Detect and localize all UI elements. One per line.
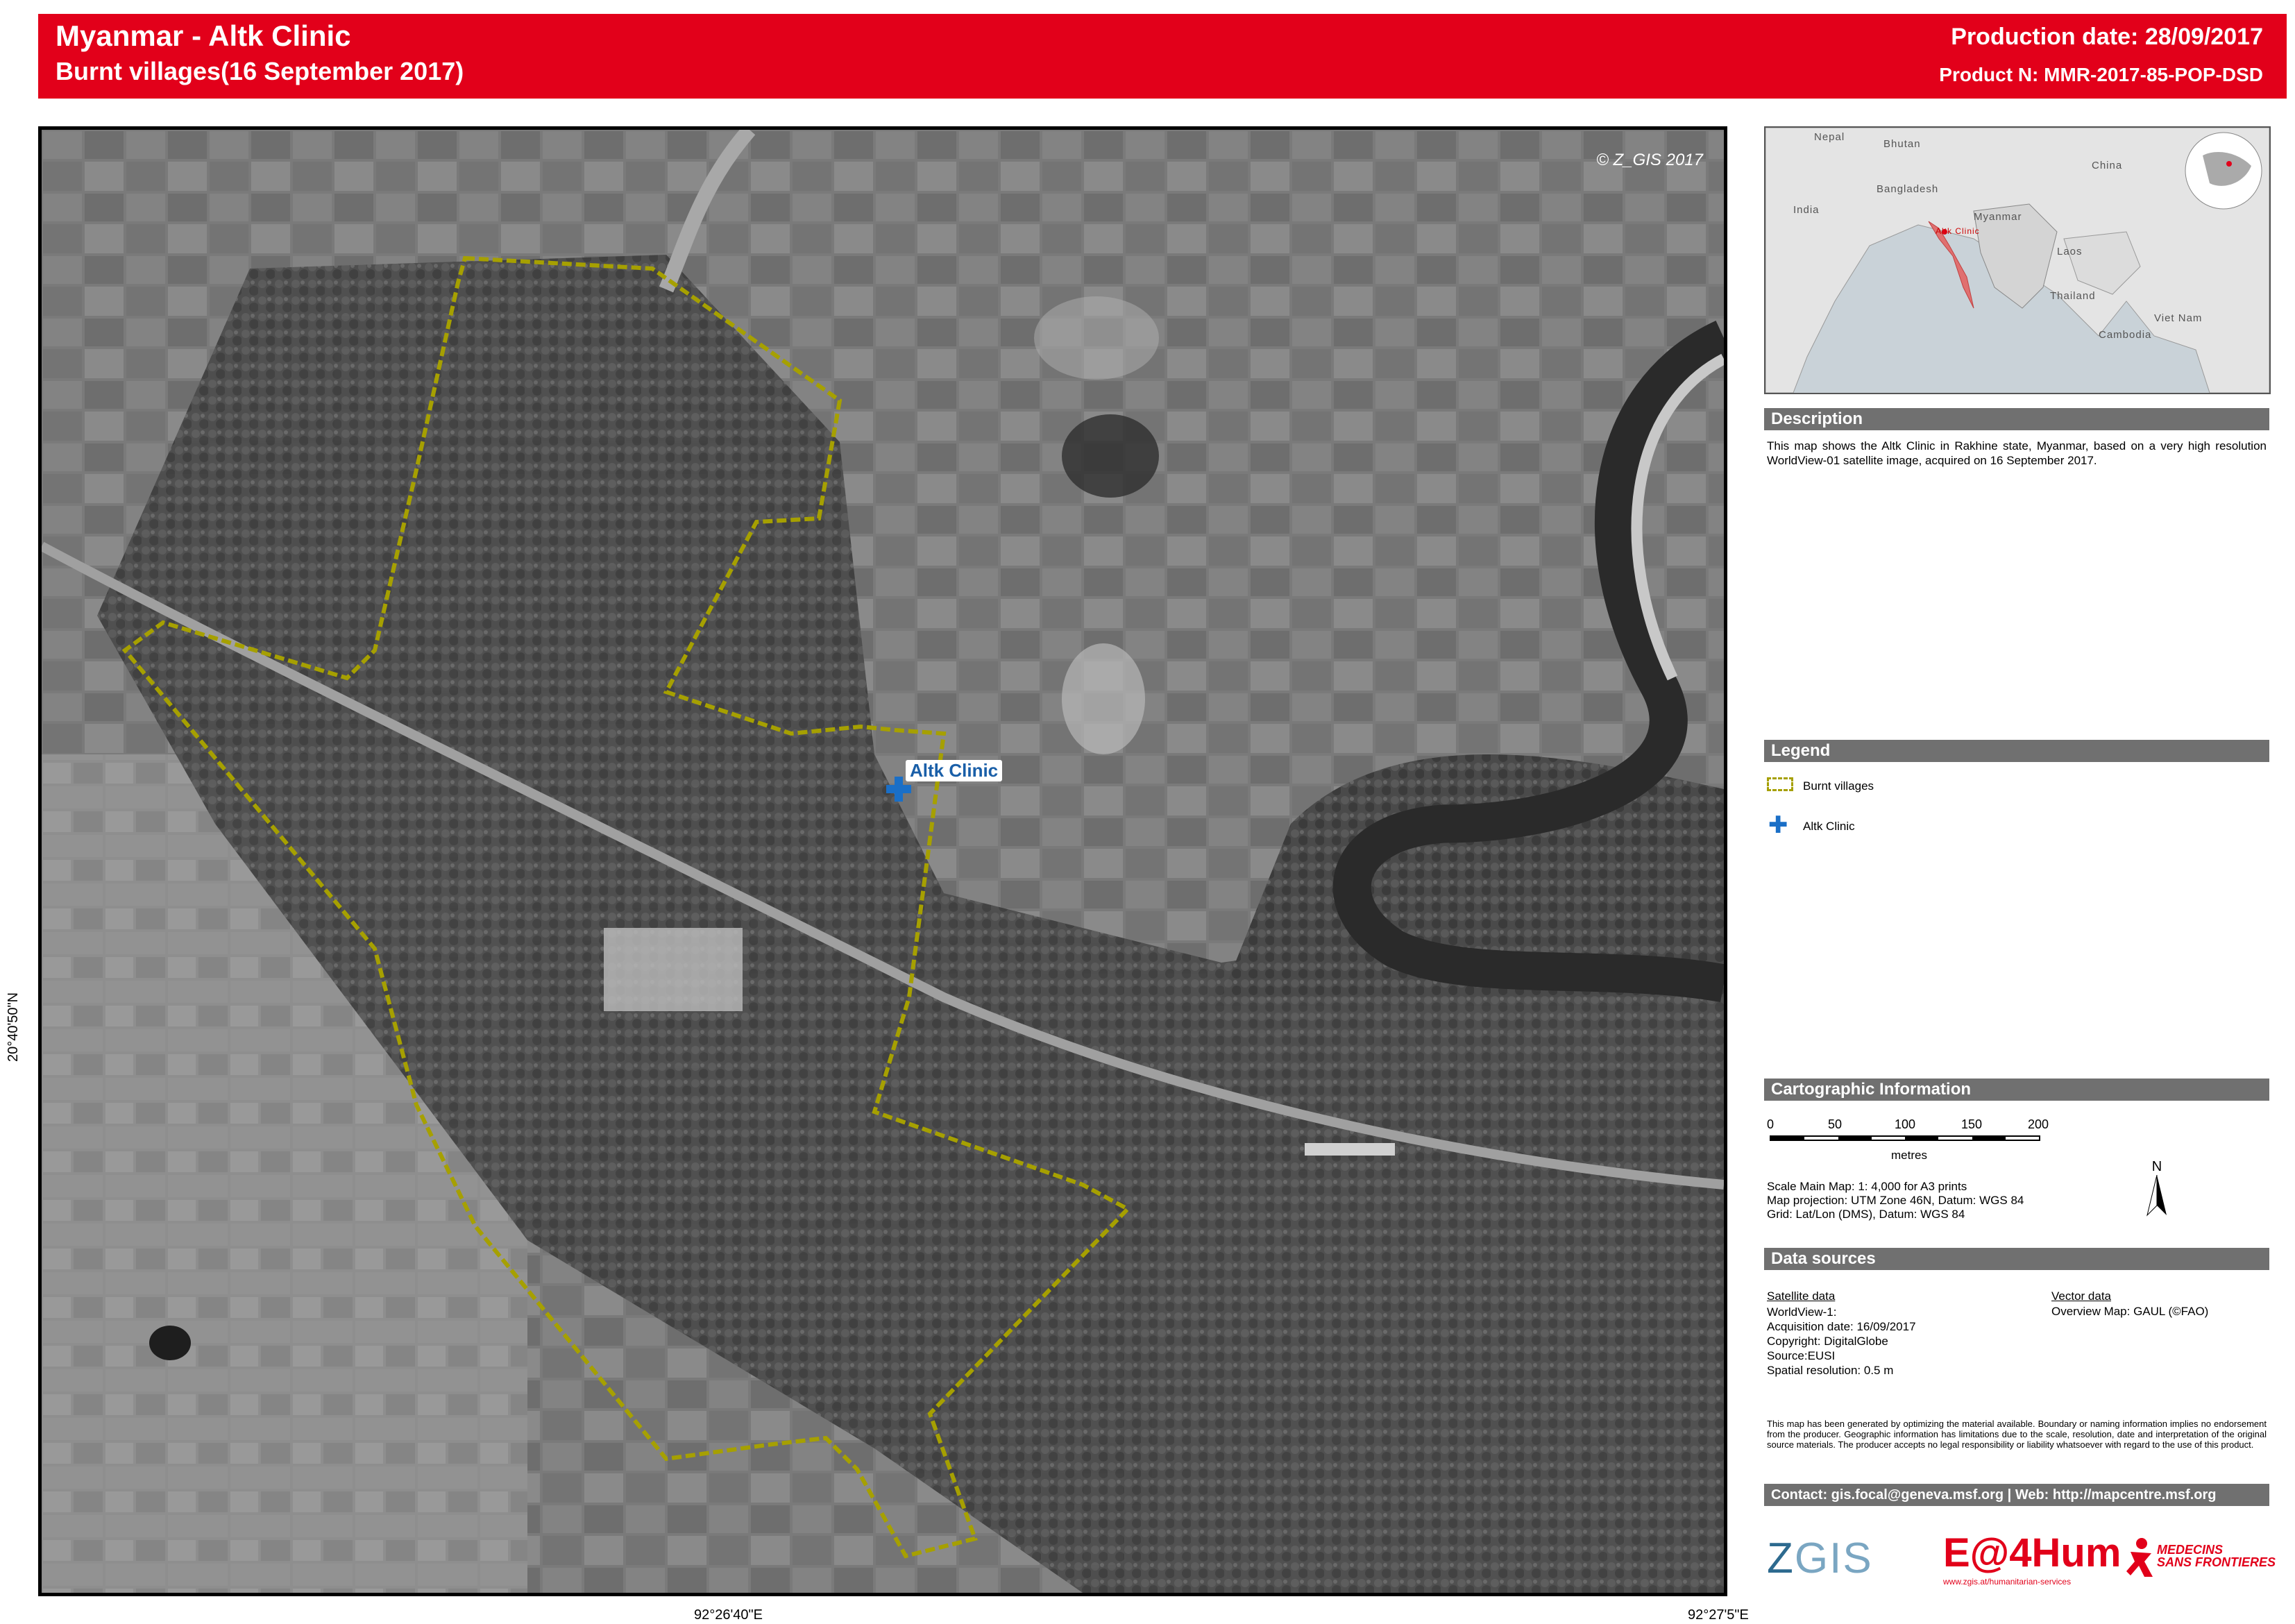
overview-label-thailand: Thailand [2050,290,2096,302]
medical-cross-icon: ✚ [1768,812,1788,838]
overview-map-drawing [1765,128,2269,393]
msf-logo-text: MEDECINS SANS FRONTIERES [2157,1543,2276,1568]
vector-data-line: Overview Map: GAUL (©FAO) [2051,1305,2209,1318]
msf-line-1: MEDECINS [2157,1543,2224,1557]
map-title: Myanmar - Altk Clinic [56,19,351,52]
legend-heading: Legend [1764,740,2269,762]
north-label: N [2151,1159,2162,1174]
overview-label-laos: Laos [2057,246,2083,257]
description-text: This map shows the Altk Clinic in Rakhin… [1767,439,2267,467]
eo4hum-url: www.zgis.at/humanitarian-services [1943,1577,2072,1587]
north-arrow-icon: N [2143,1159,2171,1220]
satellite-line: Copyright: DigitalGlobe [1767,1335,1888,1348]
satellite-data-heading: Satellite data [1767,1289,1836,1303]
main-satellite-map[interactable]: © Z_GIS 2017 Altk Clinic [38,126,1727,1596]
scale-units: metres [1891,1149,1927,1162]
zgis-logo: ZGIS [1767,1534,1873,1583]
satellite-line: WorldView-1: [1767,1305,1837,1319]
zgis-logo-gis: GIS [1794,1534,1873,1582]
longitude-label-2: 92°27'5"E [1688,1607,1749,1623]
scale-tick: 50 [1828,1117,1843,1131]
overview-label-myanmar: Myanmar [1974,211,2022,223]
legend-label-clinic: Altk Clinic [1803,820,1855,833]
contact-bar[interactable]: Contact: gis.focal@geneva.msf.org | Web:… [1764,1484,2269,1506]
scale-tick: 100 [1895,1117,1916,1131]
scale-tick: 0 [1767,1117,1775,1131]
overview-label-china: China [2092,160,2123,171]
satellite-line: Spatial resolution: 0.5 m [1767,1364,1894,1377]
data-sources-heading: Data sources [1764,1248,2269,1270]
product-number: Product N: MMR-2017-85-POP-DSD [1939,64,2263,85]
satellite-line: Source:EUSI [1767,1349,1836,1362]
msf-line-2: SANS FRONTIERES [2157,1555,2276,1569]
satellite-data-lines: WorldView-1: Acquisition date: 16/09/201… [1767,1305,1916,1378]
clinic-label[interactable]: Altk Clinic [906,760,1003,781]
cartographic-heading: Cartographic Information [1764,1079,2269,1101]
overview-label-bangladesh: Bangladesh [1877,183,1939,195]
cartographic-notes: Scale Main Map: 1: 4,000 for A3 prints M… [1767,1180,2024,1221]
vector-data-heading: Vector data [2051,1289,2112,1303]
msf-figure-icon [2124,1537,2156,1582]
projection-line: Map projection: UTM Zone 46N, Datum: WGS… [1767,1194,2024,1207]
scale-bar [1770,1135,2040,1141]
scale-line: Scale Main Map: 1: 4,000 for A3 prints [1767,1180,1967,1193]
zgis-logo-z: Z [1767,1534,1795,1582]
overview-label-india: India [1793,204,1820,216]
latitude-label: 20°40'50"N [6,992,21,1062]
grid-line: Grid: Lat/Lon (DMS), Datum: WGS 84 [1767,1208,1965,1221]
eo4hum-logo: E@4Hum [1943,1530,2122,1575]
production-date: Production date: 28/09/2017 [1951,24,2263,50]
overview-label-nepal: Nepal [1814,131,1845,143]
overview-label-vietnam: Viet Nam [2154,312,2203,324]
longitude-label-1: 92°26'40"E [694,1607,763,1623]
map-subtitle: Burnt villages(16 September 2017) [56,57,464,85]
description-heading: Description [1764,408,2269,430]
dashed-outline-icon [1767,777,1793,791]
disclaimer-text: This map has been generated by optimizin… [1767,1419,2267,1450]
overview-label-cambodia: Cambodia [2099,329,2152,341]
scale-tick: 150 [1961,1117,1983,1131]
satellite-imagery [42,130,1724,1593]
satellite-line: Acquisition date: 16/09/2017 [1767,1320,1916,1333]
header-banner: Myanmar - Altk Clinic Burnt villages(16 … [38,14,2287,99]
scale-tick: 200 [2028,1117,2049,1131]
overview-map[interactable]: Nepal Bhutan China Bangladesh India Myan… [1764,126,2271,394]
legend-label-burnt: Burnt villages [1803,779,1874,793]
overview-label-bhutan: Bhutan [1883,138,1921,150]
overview-label-clinic: Altk Clinic [1936,226,1980,236]
copyright-label: © Z_GIS 2017 [1596,151,1703,169]
